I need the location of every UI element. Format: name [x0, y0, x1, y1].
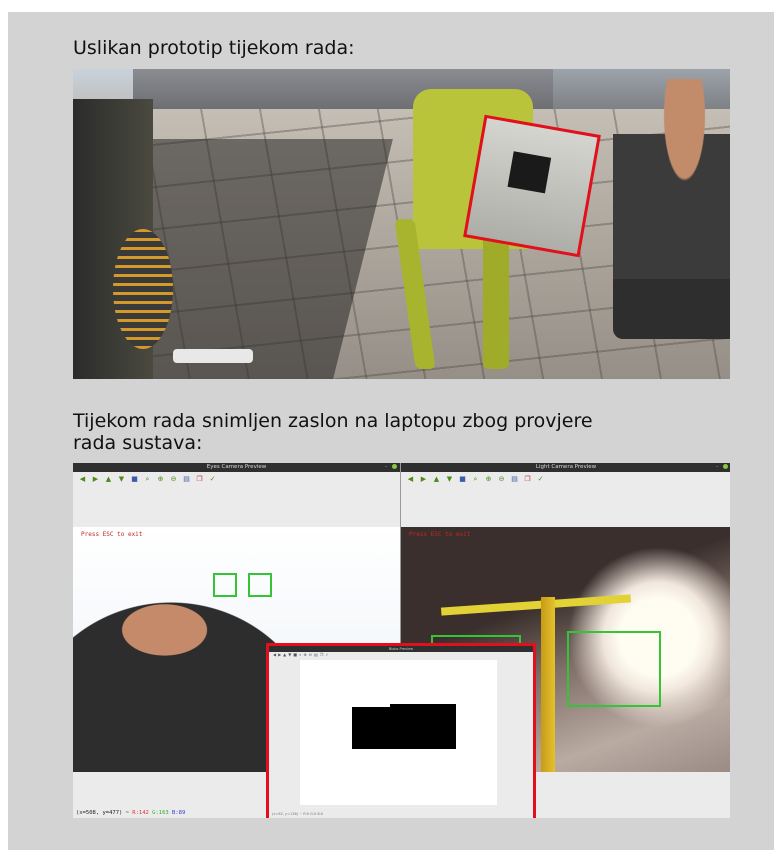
window-controls[interactable]: – — [716, 463, 728, 472]
properties-icon[interactable]: ▤ — [510, 474, 519, 484]
close-icon[interactable] — [723, 464, 728, 469]
popup-pixel-status: (x=62, y=138) ~ R:0 G:0 B:0 — [272, 812, 324, 816]
zoom-fit-icon[interactable]: ⌕ — [143, 474, 152, 484]
properties-icon[interactable]: ▤ — [182, 474, 191, 484]
power-strip — [173, 349, 253, 363]
exit-hint: Press ESC to exit — [409, 531, 471, 538]
zoom-out-icon[interactable]: ⊖ — [497, 474, 506, 484]
laptop-screenshot: Eyes Camera Preview – ◀ ▶ ▲ ▼ ■ ⌕ ⊕ ⊖ ▤ … — [73, 463, 730, 818]
window-titlebar[interactable]: Light Camera Preview – — [401, 463, 730, 472]
zoom-out-icon[interactable]: ⊖ — [169, 474, 178, 484]
person — [613, 79, 730, 339]
window-title: Eyes Camera Preview — [206, 464, 267, 470]
exit-hint: Press ESC to exit — [81, 531, 143, 538]
zoom-in-icon[interactable]: ⊕ — [156, 474, 165, 484]
arrow-up-icon[interactable]: ▲ — [432, 474, 441, 484]
right-eye-detection-box — [248, 573, 272, 597]
arrow-left-icon[interactable]: ◀ — [78, 474, 87, 484]
save-icon[interactable]: ■ — [130, 474, 139, 484]
yellow-pole — [541, 597, 555, 772]
screen-black-region — [507, 151, 552, 194]
blob-canvas[interactable] — [300, 660, 497, 805]
yellow-crossbar — [440, 594, 632, 616]
blobs-preview-window-highlight: Blobs Preview ◀▶▲▼■⌕⊕⊖▤❐✓ (x=62, y=138) … — [266, 643, 536, 818]
window-controls[interactable]: – — [385, 463, 397, 472]
arrow-down-icon[interactable]: ▼ — [117, 474, 126, 484]
popup-toolbar: ◀▶▲▼■⌕⊕⊖▤❐✓ — [273, 652, 331, 657]
light-detection-box — [567, 631, 661, 707]
black-blob — [390, 704, 456, 749]
copy-icon[interactable]: ❐ — [195, 474, 204, 484]
arrow-right-icon[interactable]: ▶ — [91, 474, 100, 484]
close-icon[interactable] — [392, 464, 397, 469]
caption-photo: Uslikan prototip tijekom rada: — [73, 37, 355, 59]
arrow-right-icon[interactable]: ▶ — [419, 474, 428, 484]
copy-icon[interactable]: ❐ — [523, 474, 532, 484]
save-icon[interactable]: ■ — [458, 474, 467, 484]
left-eye-detection-box — [213, 573, 237, 597]
prototype-screen-highlight — [463, 114, 601, 258]
window-title: Light Camera Preview — [535, 464, 597, 470]
settings-icon[interactable]: ✓ — [208, 474, 217, 484]
window-titlebar[interactable]: Eyes Camera Preview – — [73, 463, 400, 472]
prototype-photo — [73, 69, 730, 379]
zoom-fit-icon[interactable]: ⌕ — [471, 474, 480, 484]
window-toolbar: ◀ ▶ ▲ ▼ ■ ⌕ ⊕ ⊖ ▤ ❐ ✓ — [401, 472, 730, 486]
caption-screenshot: Tijekom rada snimljen zaslon na laptopu … — [73, 410, 593, 454]
cable-coil — [113, 229, 173, 349]
arrow-down-icon[interactable]: ▼ — [445, 474, 454, 484]
settings-icon[interactable]: ✓ — [536, 474, 545, 484]
zoom-in-icon[interactable]: ⊕ — [484, 474, 493, 484]
arrow-up-icon[interactable]: ▲ — [104, 474, 113, 484]
window-toolbar: ◀ ▶ ▲ ▼ ■ ⌕ ⊕ ⊖ ▤ ❐ ✓ — [73, 472, 400, 486]
pixel-status: (x=508, y=477) ~ R:142 G:163 B:89 — [76, 810, 186, 816]
arrow-left-icon[interactable]: ◀ — [406, 474, 415, 484]
